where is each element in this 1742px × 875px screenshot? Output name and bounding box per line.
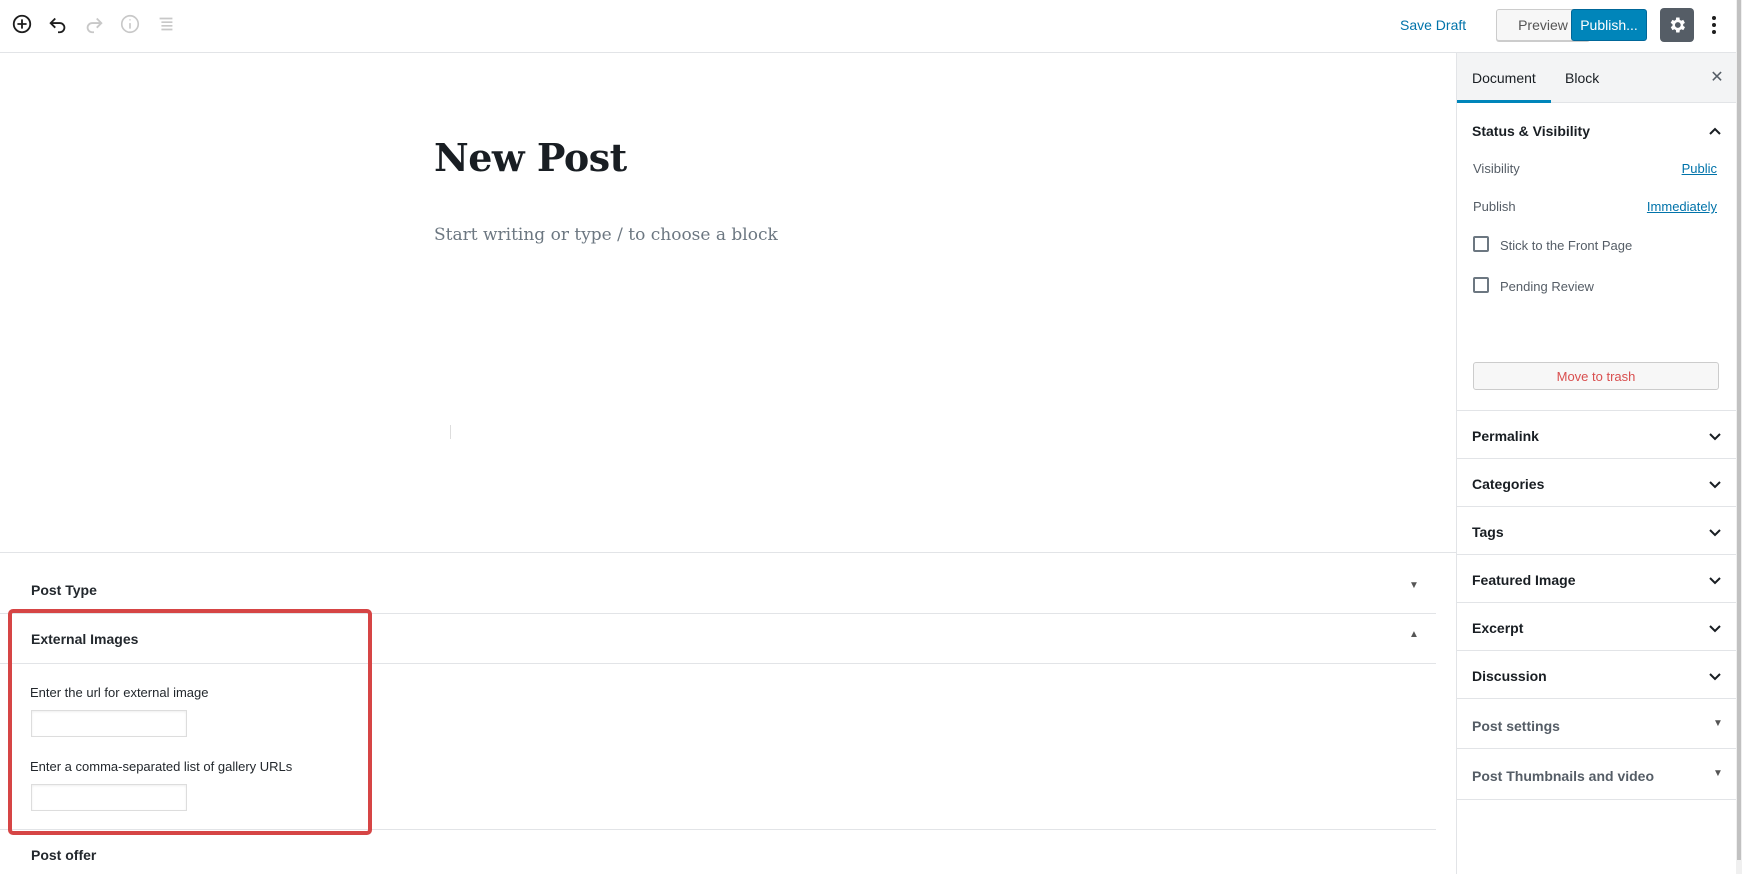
chevron-down-icon (1709, 577, 1721, 585)
panel-post-settings[interactable]: Post settings ▼ (1457, 699, 1739, 749)
scrollbar-thumb[interactable] (1737, 0, 1741, 860)
chevron-up-icon[interactable] (1707, 124, 1723, 140)
panel-permalink[interactable]: Permalink (1457, 411, 1739, 459)
panel-excerpt[interactable]: Excerpt (1457, 603, 1739, 651)
visibility-link[interactable]: Public (1682, 161, 1717, 176)
text-cursor (450, 425, 451, 439)
move-to-trash-button[interactable]: Move to trash (1473, 362, 1719, 390)
editor-header: Save Draft Preview Publish... (0, 0, 1742, 53)
panel-title: Featured Image (1472, 572, 1576, 588)
panel-title[interactable]: Status & Visibility (1472, 123, 1590, 139)
publish-date-link[interactable]: Immediately (1647, 199, 1717, 214)
chevron-down-icon (1709, 529, 1721, 537)
undo-icon[interactable] (44, 10, 72, 38)
block-appender[interactable]: Start writing or type / to choose a bloc… (434, 225, 778, 245)
add-block-icon[interactable] (8, 10, 36, 38)
save-draft-button[interactable]: Save Draft (1400, 13, 1466, 37)
publish-button[interactable]: Publish... (1571, 9, 1647, 41)
highlight-box (8, 609, 372, 835)
metabox-title: Post offer (31, 847, 97, 863)
redo-icon[interactable] (80, 10, 108, 38)
chevron-down-icon (1709, 481, 1721, 489)
panel-title: Post settings (1472, 718, 1560, 734)
panel-title: Categories (1472, 476, 1545, 492)
panel-title: Post Thumbnails and video (1472, 768, 1655, 784)
panel-title: Tags (1472, 524, 1504, 540)
chevron-down-icon (1709, 673, 1721, 681)
gear-icon (1670, 17, 1685, 33)
panel-categories[interactable]: Categories (1457, 459, 1739, 507)
pending-review-label: Pending Review (1500, 279, 1594, 294)
stick-front-page-label: Stick to the Front Page (1500, 238, 1633, 253)
caret-down-icon: ▼ (1713, 768, 1723, 779)
metabox-post-offer[interactable]: Post offer (0, 830, 1436, 875)
panel-tags[interactable]: Tags (1457, 507, 1739, 555)
panel-title: Permalink (1472, 428, 1539, 444)
visibility-label: Visibility (1473, 161, 1520, 176)
ellipsis-vertical-icon (1712, 16, 1716, 34)
settings-sidebar: Document Block ✕ Status & Visibility Vis… (1456, 53, 1742, 874)
settings-button[interactable] (1660, 8, 1694, 42)
panel-title: Discussion (1472, 668, 1547, 684)
caret-down-icon[interactable]: ▼ (1409, 580, 1419, 591)
panel-discussion[interactable]: Discussion (1457, 651, 1739, 699)
close-icon[interactable]: ✕ (1707, 67, 1727, 87)
chevron-down-icon (1709, 625, 1721, 633)
panel-featured-image[interactable]: Featured Image (1457, 555, 1739, 603)
caret-down-icon: ▼ (1713, 718, 1723, 729)
sidebar-tabs: Document Block ✕ (1457, 53, 1742, 103)
metabox-post-type[interactable]: Post Type ▼ (0, 553, 1436, 614)
block-navigation-icon[interactable] (152, 10, 180, 38)
post-title-input[interactable]: New Post (434, 135, 627, 180)
publish-label: Publish (1473, 199, 1516, 214)
tab-block[interactable]: Block (1550, 53, 1614, 103)
panel-post-thumbnails-video[interactable]: Post Thumbnails and video ▼ (1457, 749, 1739, 800)
panel-status-visibility: Status & Visibility Visibility Public Pu… (1457, 103, 1739, 411)
stick-front-page-checkbox[interactable] (1473, 236, 1489, 252)
more-menu-button[interactable] (1704, 10, 1724, 40)
pending-review-checkbox[interactable] (1473, 277, 1489, 293)
caret-up-icon[interactable]: ▲ (1409, 629, 1419, 640)
chevron-down-icon (1709, 433, 1721, 441)
metabox-title: Post Type (31, 582, 97, 598)
panel-title: Excerpt (1472, 620, 1524, 636)
tab-document[interactable]: Document (1457, 53, 1551, 103)
info-icon[interactable] (116, 10, 144, 38)
